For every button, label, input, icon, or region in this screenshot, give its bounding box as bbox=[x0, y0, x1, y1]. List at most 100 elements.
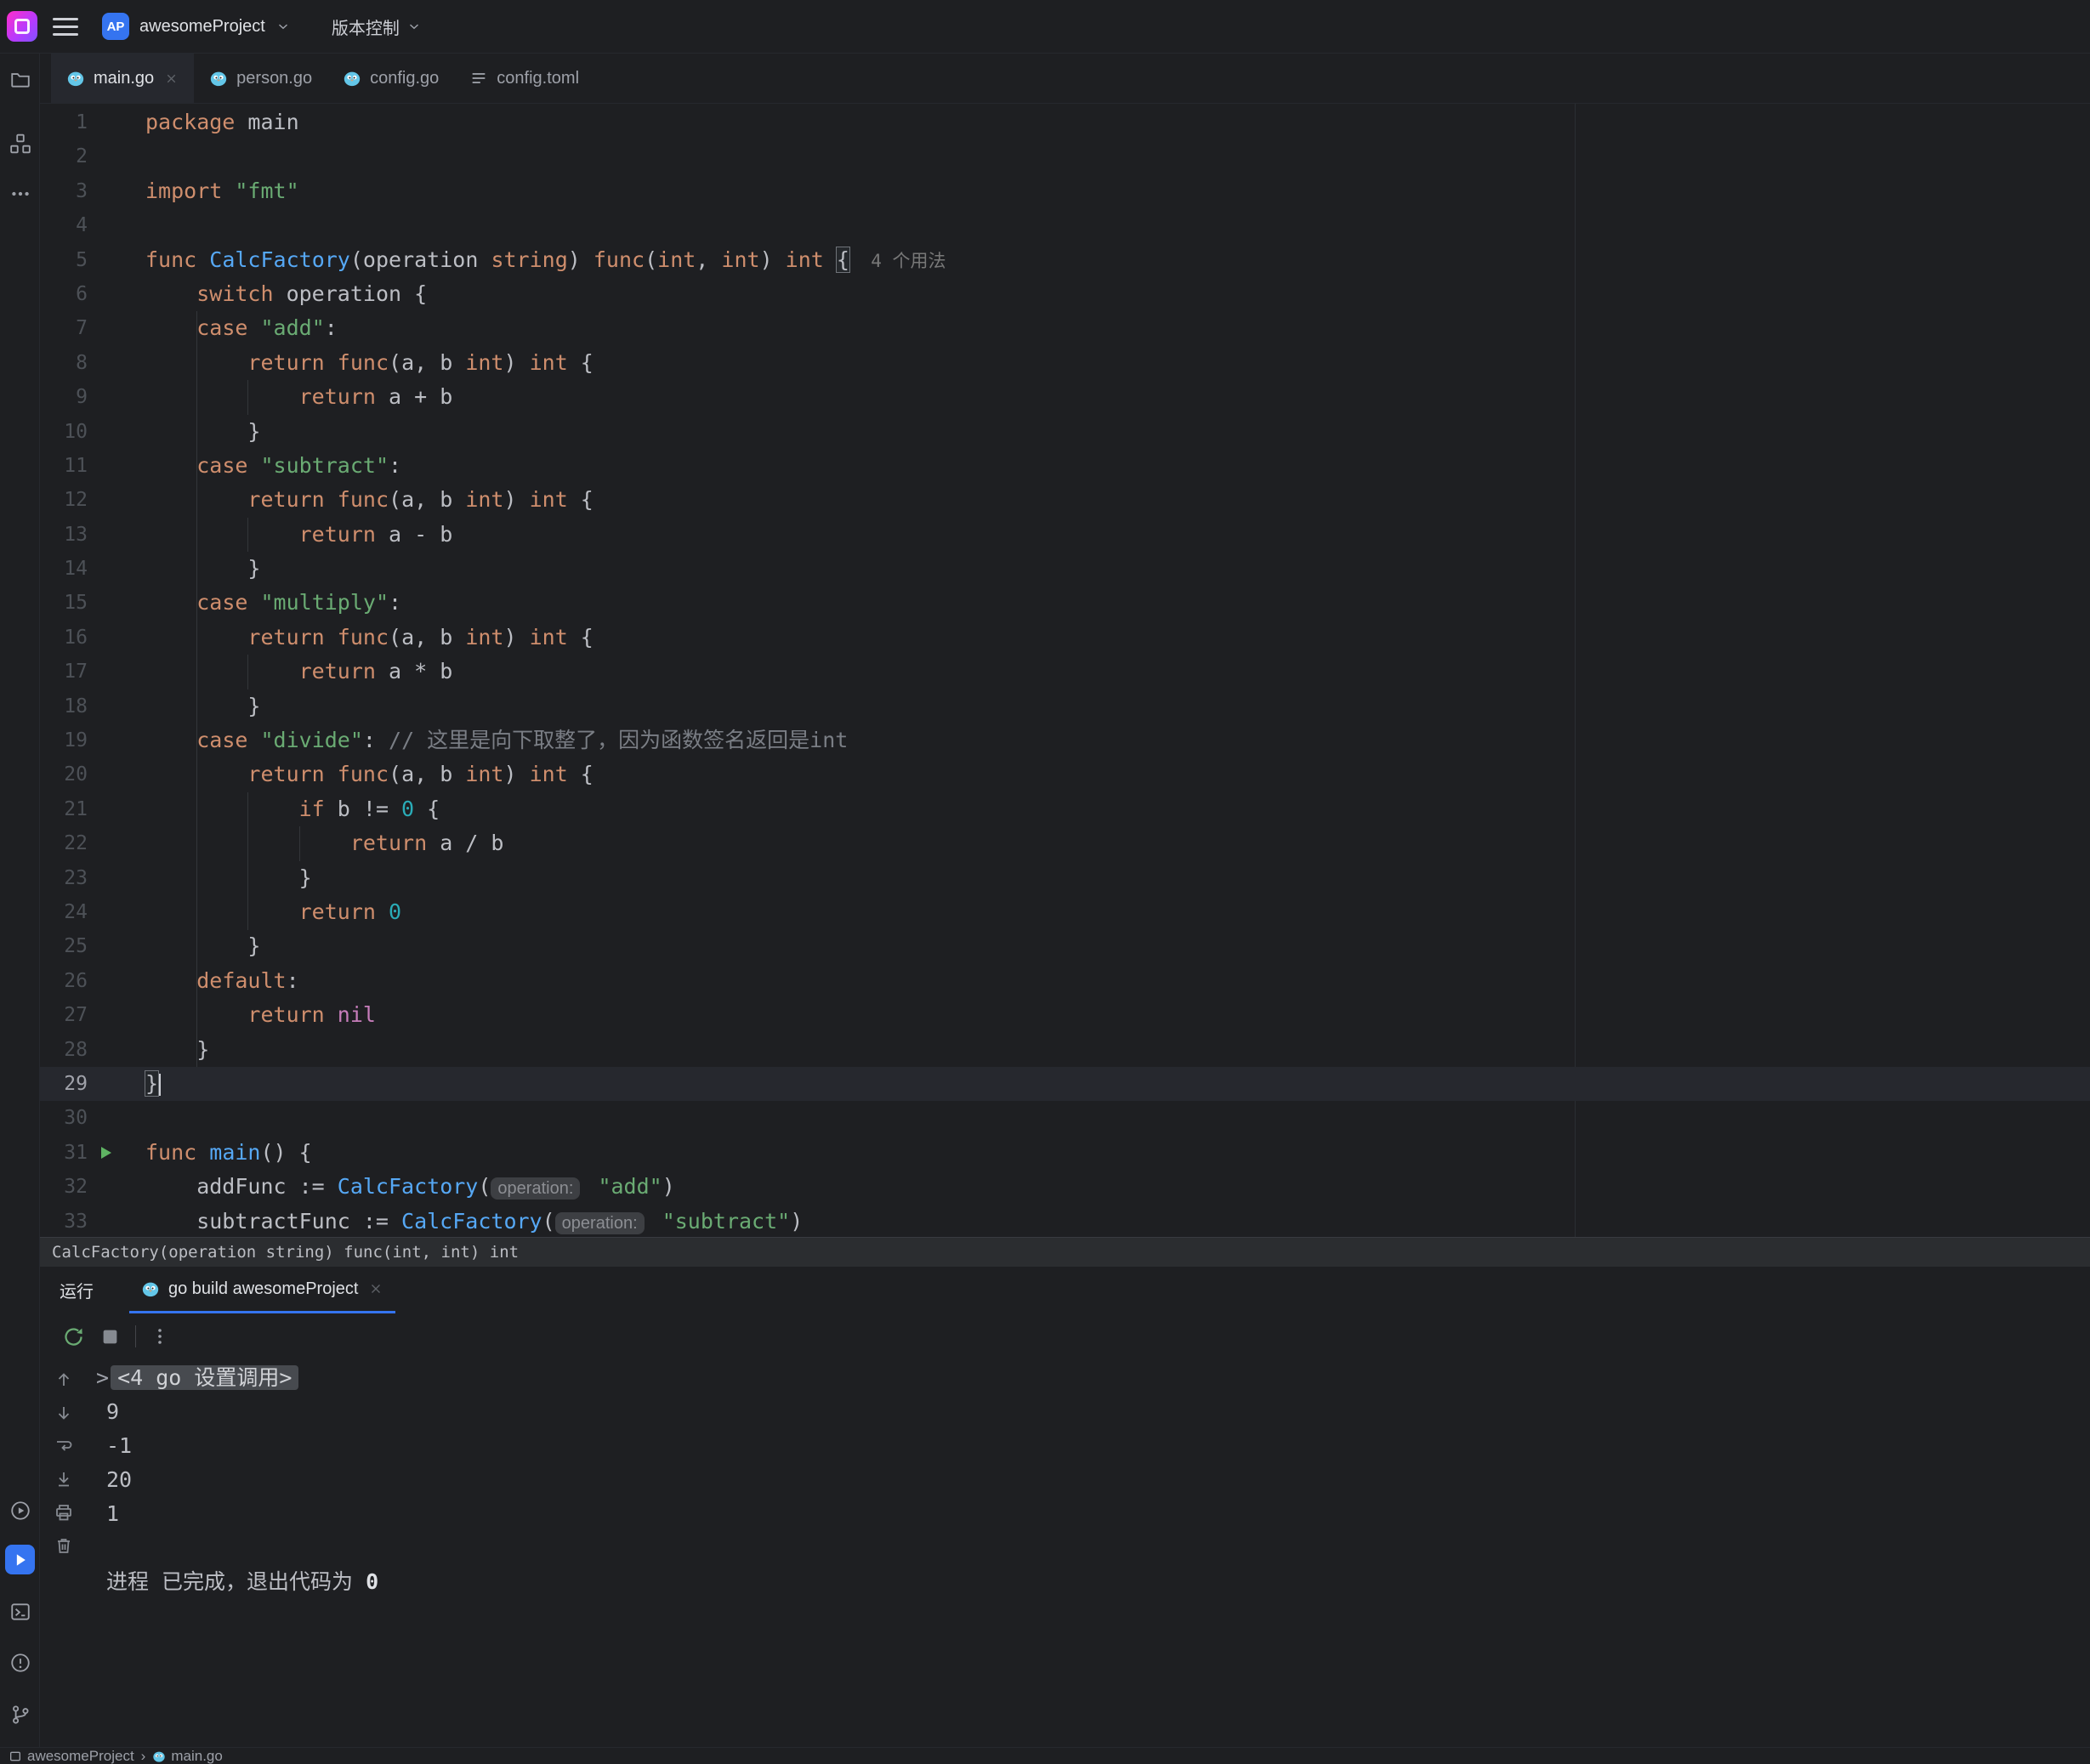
usages-inlay-hint[interactable]: 4 个用法 bbox=[849, 251, 946, 271]
code-line[interactable]: 30 bbox=[40, 1101, 2090, 1135]
console-toolbar bbox=[40, 1359, 87, 1747]
folded-output-chip[interactable]: <4 go 设置调用> bbox=[111, 1365, 298, 1390]
code-line[interactable]: 18 } bbox=[40, 689, 2090, 723]
code-text: } bbox=[123, 689, 260, 723]
project-name: awesomeProject bbox=[139, 17, 265, 37]
vcs-widget[interactable]: 版本控制 bbox=[332, 14, 422, 39]
structure-tool-icon[interactable] bbox=[9, 133, 31, 155]
code-line[interactable]: 29} bbox=[40, 1067, 2090, 1101]
run-configuration-tab[interactable]: go build awesomeProject bbox=[129, 1267, 395, 1313]
code-line[interactable]: 5func CalcFactory(operation string) func… bbox=[40, 243, 2090, 277]
more-options-icon[interactable] bbox=[150, 1326, 170, 1347]
ide-logo-icon bbox=[7, 11, 37, 42]
code-line[interactable]: 28 } bbox=[40, 1033, 2090, 1067]
param-name-inlay-hint[interactable]: operation: bbox=[555, 1212, 645, 1234]
project-tool-icon[interactable] bbox=[9, 68, 31, 90]
soft-wrap-icon[interactable] bbox=[54, 1436, 74, 1456]
main-menu-icon[interactable] bbox=[53, 14, 78, 39]
code-text: return a / b bbox=[123, 826, 503, 860]
code-line[interactable]: 23 } bbox=[40, 861, 2090, 895]
code-line[interactable]: 27 return nil bbox=[40, 998, 2090, 1032]
down-stacktrace-icon[interactable] bbox=[54, 1403, 74, 1423]
code-editor[interactable]: 1package main23import "fmt"45func CalcFa… bbox=[40, 104, 2090, 1237]
main-area: main.goperson.go config.go config.toml 1pa… bbox=[40, 54, 2090, 1747]
code-line[interactable]: 8 return func(a, b int) int { bbox=[40, 346, 2090, 380]
close-tab-icon[interactable] bbox=[164, 71, 179, 86]
code-line[interactable]: 4 bbox=[40, 208, 2090, 242]
chevron-down-icon bbox=[275, 19, 291, 34]
breadcrumb-file[interactable]: main.go bbox=[152, 1748, 222, 1764]
console-line: 1 bbox=[106, 1497, 2090, 1531]
line-number: 12 bbox=[40, 483, 88, 517]
code-line[interactable]: 13 return a - b bbox=[40, 518, 2090, 552]
gutter bbox=[88, 586, 123, 620]
code-line[interactable]: 20 return func(a, b int) int { bbox=[40, 757, 2090, 791]
code-line[interactable]: 9 return a + b bbox=[40, 380, 2090, 414]
print-icon[interactable] bbox=[54, 1502, 74, 1523]
gutter bbox=[88, 1170, 123, 1204]
tab-label: config.go bbox=[370, 69, 439, 88]
matched-brace: } bbox=[145, 1071, 158, 1096]
more-tools-icon[interactable] bbox=[9, 183, 31, 205]
services-tool-icon[interactable] bbox=[9, 1500, 31, 1522]
project-icon bbox=[9, 1750, 22, 1763]
gutter bbox=[88, 139, 123, 173]
line-number: 8 bbox=[40, 346, 88, 380]
project-widget[interactable]: AP awesomeProject bbox=[102, 13, 291, 40]
rerun-icon[interactable] bbox=[62, 1325, 85, 1348]
run-tool-icon-active[interactable] bbox=[5, 1545, 35, 1574]
code-line[interactable]: 26 default: bbox=[40, 964, 2090, 998]
line-number: 15 bbox=[40, 586, 88, 620]
code-line[interactable]: 16 return func(a, b int) int { bbox=[40, 621, 2090, 655]
code-text: return func(a, b int) int { bbox=[123, 346, 593, 380]
code-text: } bbox=[123, 1067, 161, 1101]
tab-main.go[interactable]: main.go bbox=[51, 54, 194, 103]
tab-config.go[interactable]: config.go bbox=[327, 54, 454, 103]
code-line[interactable]: 7 case "add": bbox=[40, 311, 2090, 345]
code-line[interactable]: 31func main() { bbox=[40, 1136, 2090, 1170]
tab-config.toml[interactable]: config.toml bbox=[454, 54, 594, 103]
code-line[interactable]: 2 bbox=[40, 139, 2090, 173]
code-line[interactable]: 15 case "multiply": bbox=[40, 586, 2090, 620]
gutter bbox=[88, 723, 123, 757]
code-line[interactable]: 22 return a / b bbox=[40, 826, 2090, 860]
run-panel-header: 运行 go build awesomeProject bbox=[40, 1267, 2090, 1313]
code-line[interactable]: 24 return 0 bbox=[40, 895, 2090, 929]
up-stacktrace-icon[interactable] bbox=[54, 1370, 74, 1390]
clear-console-icon[interactable] bbox=[54, 1535, 74, 1556]
project-avatar: AP bbox=[102, 13, 129, 40]
code-line[interactable]: 6 switch operation { bbox=[40, 277, 2090, 311]
go-file-icon bbox=[152, 1750, 166, 1763]
run-line-icon[interactable] bbox=[96, 1143, 115, 1162]
param-name-inlay-hint[interactable]: operation: bbox=[491, 1177, 580, 1200]
close-run-tab-icon[interactable] bbox=[368, 1281, 383, 1296]
gutter bbox=[88, 1101, 123, 1135]
code-line[interactable]: 10 } bbox=[40, 415, 2090, 449]
gutter bbox=[88, 792, 123, 826]
code-line[interactable]: 32 addFunc := CalcFactory(operation: "ad… bbox=[40, 1170, 2090, 1204]
code-line[interactable]: 11 case "subtract": bbox=[40, 449, 2090, 483]
console-line: -1 bbox=[106, 1429, 2090, 1463]
code-line[interactable]: 19 case "divide": // 这里是向下取整了，因为函数签名返回是i… bbox=[40, 723, 2090, 757]
code-line[interactable]: 25 } bbox=[40, 929, 2090, 963]
scroll-to-end-icon[interactable] bbox=[54, 1469, 74, 1489]
console-output[interactable]: ><4 go 设置调用>9-1201进程 已完成，退出代码为 0 bbox=[87, 1359, 2090, 1747]
code-line[interactable]: 12 return func(a, b int) int { bbox=[40, 483, 2090, 517]
go-file-icon bbox=[141, 1279, 160, 1298]
code-line[interactable]: 17 return a * b bbox=[40, 655, 2090, 689]
terminal-tool-icon[interactable] bbox=[9, 1601, 31, 1623]
line-number: 16 bbox=[40, 621, 88, 655]
code-line[interactable]: 21 if b != 0 { bbox=[40, 792, 2090, 826]
exit-code: 0 bbox=[366, 1569, 378, 1594]
stop-icon[interactable] bbox=[99, 1325, 122, 1348]
code-line[interactable]: 14 } bbox=[40, 552, 2090, 586]
code-line[interactable]: 33 subtractFunc := CalcFactory(operation… bbox=[40, 1205, 2090, 1238]
gutter bbox=[88, 964, 123, 998]
problems-tool-icon[interactable] bbox=[9, 1652, 31, 1674]
breadcrumb-project[interactable]: awesomeProject bbox=[9, 1748, 134, 1764]
tab-person.go[interactable]: person.go bbox=[194, 54, 327, 103]
gutter bbox=[88, 208, 123, 242]
git-tool-icon[interactable] bbox=[9, 1704, 31, 1726]
code-line[interactable]: 3import "fmt" bbox=[40, 174, 2090, 208]
code-line[interactable]: 1package main bbox=[40, 105, 2090, 139]
